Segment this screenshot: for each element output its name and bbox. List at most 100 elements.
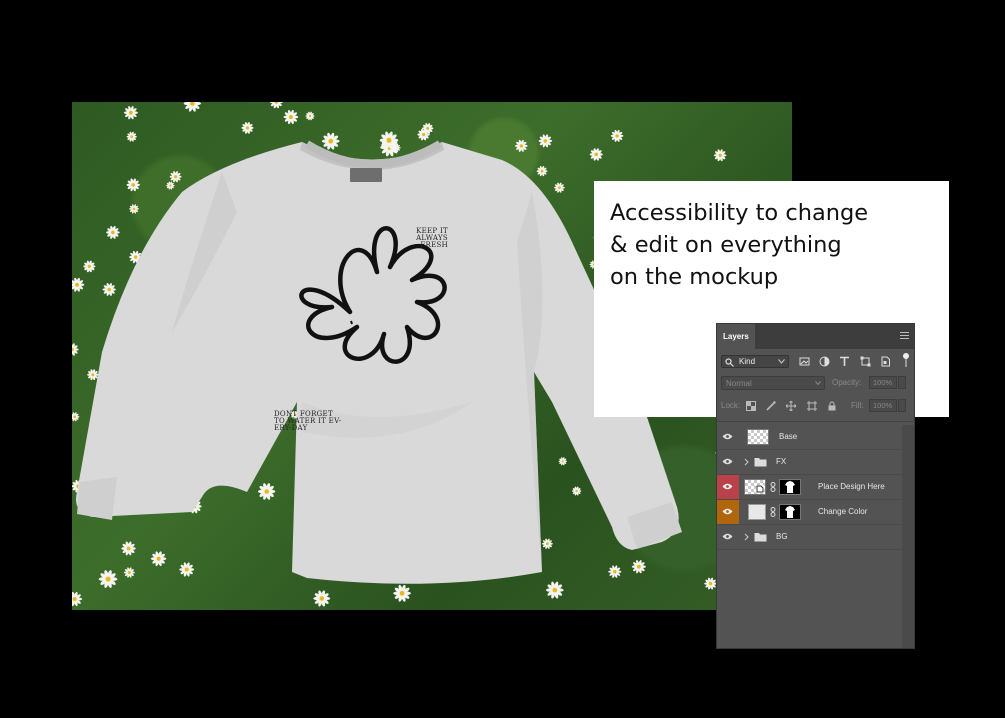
lock-icons — [746, 400, 845, 412]
shirt-text-bottom: DONT FORGET TO WATER IT EV- ERY-DAY — [274, 410, 342, 432]
shape-filter-icon[interactable] — [860, 356, 871, 367]
daisy-flower — [572, 486, 582, 496]
daisy-flower — [554, 182, 565, 193]
daisy-flower — [166, 181, 175, 190]
tab-layers[interactable]: Layers — [717, 324, 755, 349]
headline-text: Accessibility to change & edit on everyt… — [610, 200, 869, 290]
chevron-right-icon[interactable] — [744, 458, 749, 466]
daisy-flower — [515, 139, 528, 152]
daisy-flower — [713, 149, 727, 162]
tshirt-shape — [76, 142, 679, 584]
fill-field[interactable]: 100% — [869, 399, 897, 412]
daisy-flower — [169, 171, 182, 183]
color-fill-thumbnail — [748, 504, 766, 520]
eye-cell[interactable] — [717, 500, 739, 524]
daisy-flower — [313, 590, 331, 607]
eye-cell[interactable] — [717, 475, 739, 499]
lock-row: Lock: Fill: 100% — [717, 395, 914, 418]
chevron-down-icon — [778, 359, 785, 364]
opacity-field[interactable]: 100% — [869, 376, 897, 389]
layer-row-place-design-here[interactable]: Place Design Here — [717, 475, 902, 500]
daisy-flower — [704, 577, 717, 590]
eye-cell[interactable] — [717, 450, 739, 474]
daisy-flower — [393, 584, 411, 602]
neck-label — [350, 168, 382, 182]
daisy-flower — [305, 111, 315, 121]
daisy-flower — [72, 343, 79, 356]
panel-menu-icon[interactable] — [900, 332, 909, 340]
opacity-slider-toggle[interactable] — [898, 376, 906, 389]
chevron-down-icon — [815, 381, 821, 385]
lock-pixels-icon[interactable] — [766, 401, 776, 411]
image-filter-icon[interactable] — [799, 356, 810, 367]
mask-shape — [785, 481, 795, 493]
daisy-flower — [87, 369, 99, 381]
layer-name: Change Color — [818, 507, 868, 516]
folder-icon — [754, 533, 767, 542]
link-chain-icon[interactable] — [770, 482, 776, 492]
layer-thumbnail — [747, 429, 769, 445]
daisy-flower — [321, 132, 340, 150]
daisy-flower — [631, 560, 646, 574]
daisy-flower — [123, 106, 138, 120]
lock-artboard-icon[interactable] — [806, 401, 817, 411]
type-filter-icon[interactable] — [839, 356, 850, 367]
eye-cell[interactable] — [717, 525, 739, 549]
layer-row-change-color[interactable]: Change Color — [717, 500, 902, 525]
daisy-flower — [106, 225, 120, 239]
layers-panel: Layers Kind Normal Opacity: 100% Lock: F… — [716, 323, 915, 649]
layer-name: Base — [779, 432, 798, 441]
daisy-flower — [179, 562, 195, 577]
daisy-flower — [83, 260, 96, 273]
daisy-flower — [72, 591, 83, 607]
lock-label: Lock: — [721, 401, 741, 410]
daisy-flower — [121, 541, 136, 556]
layer-row-base[interactable]: Base — [717, 425, 902, 450]
search-icon — [725, 358, 734, 367]
layer-row-bg[interactable]: BG — [717, 525, 902, 550]
smart-object-filter-icon[interactable] — [880, 356, 891, 367]
shirt-text-top: KEEP IT ALWAYS FRESH — [416, 227, 448, 249]
filter-row: Kind — [717, 349, 914, 372]
daisy-flower — [546, 581, 564, 599]
link-chain-icon[interactable] — [770, 507, 776, 517]
layer-name: Place Design Here — [818, 482, 885, 491]
filter-kind-label: Kind — [739, 357, 756, 366]
filter-kind-select[interactable]: Kind — [721, 355, 789, 368]
daisy-flower — [283, 109, 299, 125]
daisy-flower — [241, 122, 254, 134]
daisy-flower — [102, 283, 116, 296]
daisy-flower — [72, 277, 85, 292]
daisy-flower — [542, 538, 553, 549]
chevron-right-icon[interactable] — [744, 533, 749, 541]
folder-icon — [754, 458, 767, 467]
daisy-flower — [183, 102, 201, 112]
fill-label: Fill: — [851, 401, 864, 410]
daisy-flower — [269, 102, 283, 109]
daisy-flower — [258, 483, 276, 500]
lock-all-icon[interactable] — [827, 401, 837, 411]
eye-icon — [722, 433, 733, 440]
daisy-flower — [536, 165, 548, 177]
blend-row: Normal Opacity: 100% — [717, 372, 914, 395]
eye-icon — [722, 458, 733, 465]
smart-object-badge-icon — [756, 485, 764, 493]
layer-row-fx[interactable]: FX — [717, 450, 902, 475]
adjustment-filter-icon[interactable] — [819, 356, 830, 367]
lock-position-icon[interactable] — [786, 400, 797, 412]
panel-tabbar: Layers — [717, 324, 914, 349]
lock-transparent-icon[interactable] — [746, 401, 756, 411]
eye-icon — [722, 508, 733, 515]
layer-list: Base FX Place Design Here Change Color B… — [717, 425, 902, 550]
daisy-flower — [98, 570, 118, 588]
eye-cell[interactable] — [717, 425, 739, 449]
daisy-flower — [150, 551, 167, 567]
layers-scrollbar[interactable] — [902, 425, 914, 648]
blend-mode-select[interactable]: Normal — [721, 376, 825, 390]
daisy-flower — [129, 204, 139, 214]
mask-shape — [785, 506, 795, 518]
opacity-label: Opacity: — [832, 378, 862, 387]
daisy-flower — [608, 565, 622, 578]
filter-icons — [799, 356, 898, 367]
fill-slider-toggle[interactable] — [898, 399, 906, 412]
